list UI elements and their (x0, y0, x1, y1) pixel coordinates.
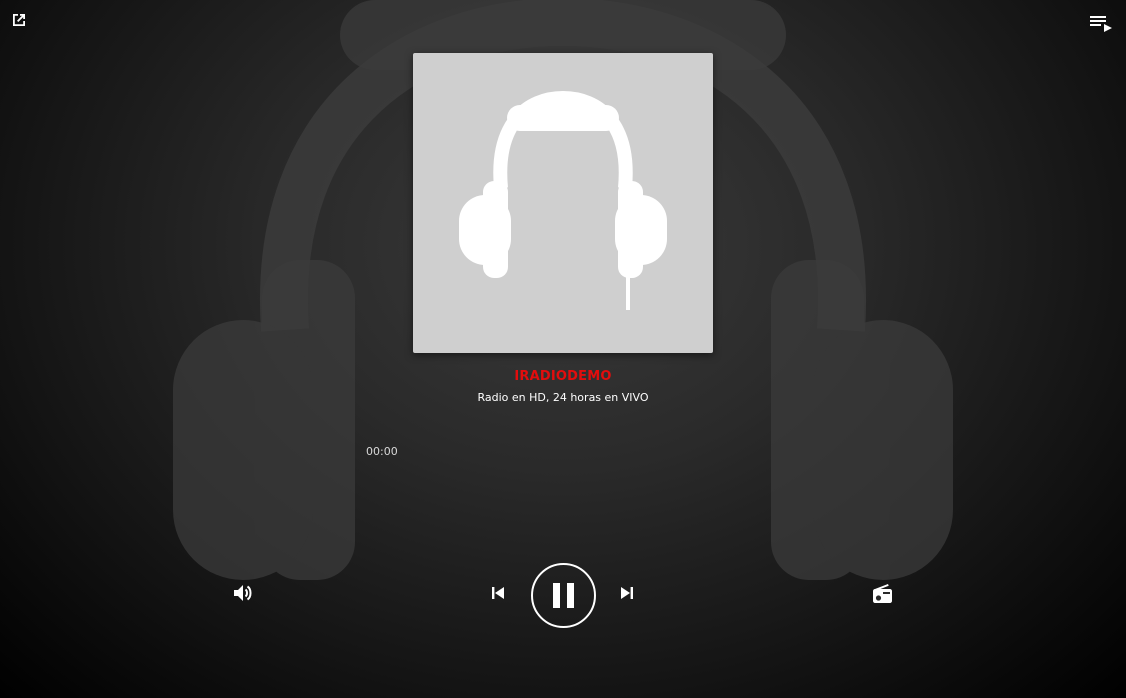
volume-up-icon (234, 585, 252, 601)
pause-button[interactable] (531, 563, 596, 628)
headphones-icon (459, 90, 667, 310)
station-cover-art (413, 53, 713, 353)
radio-player: IRADIODEMO Radio en HD, 24 horas en VIVO… (0, 0, 1126, 698)
next-button[interactable] (618, 584, 636, 602)
radio-icon (873, 584, 892, 603)
station-name: IRADIODEMO (514, 369, 612, 384)
radio-button[interactable] (871, 582, 894, 605)
volume-button[interactable] (232, 582, 254, 604)
open-in-new-icon[interactable] (10, 11, 28, 29)
playlist-play-icon[interactable] (1090, 15, 1114, 33)
skip-previous-icon (492, 587, 504, 599)
elapsed-time: 00:00 (366, 445, 398, 458)
previous-button[interactable] (489, 584, 507, 602)
pause-icon (553, 583, 574, 608)
station-subtitle: Radio en HD, 24 horas en VIVO (477, 391, 649, 404)
skip-next-icon (621, 587, 633, 599)
